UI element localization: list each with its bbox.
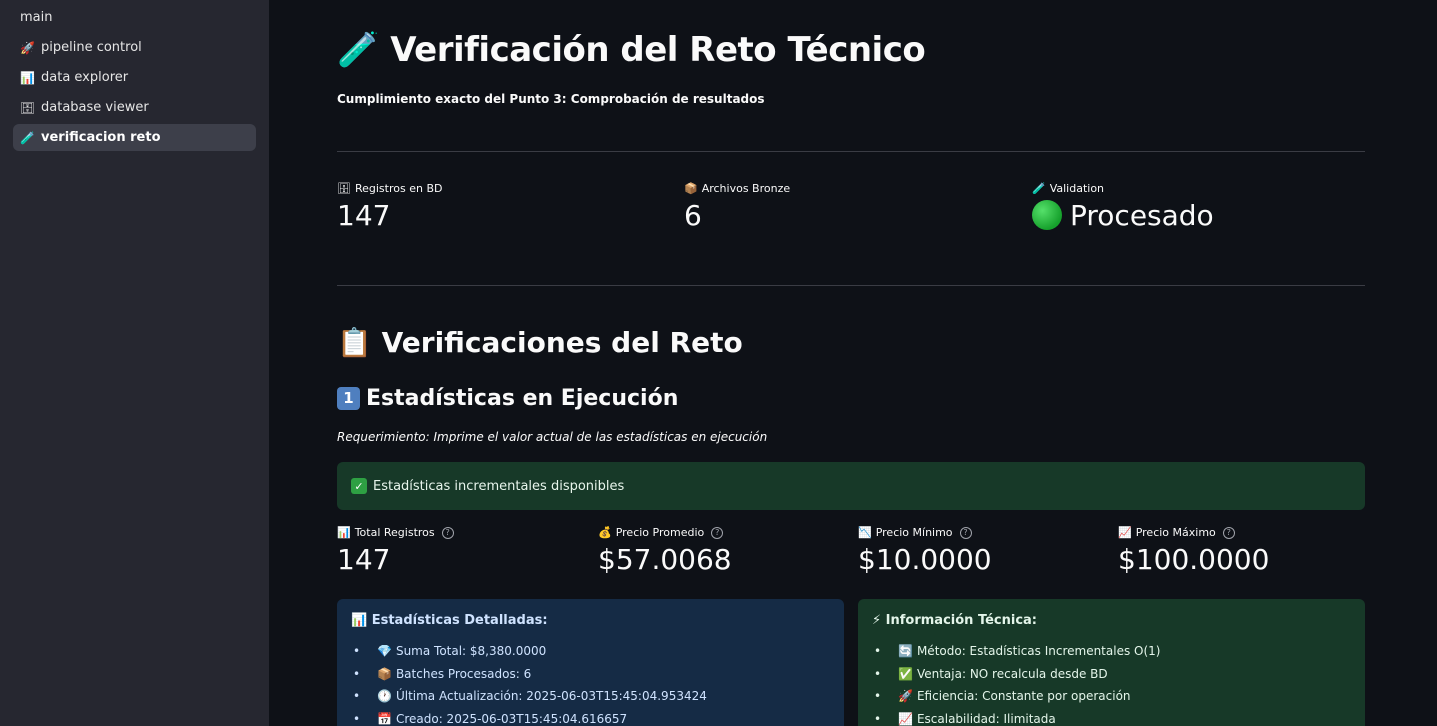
panel-title: 📊 Estadísticas Detalladas: xyxy=(351,613,548,628)
validation-status: Procesado xyxy=(1070,199,1214,232)
panel-title: ⚡ Información Técnica: xyxy=(872,613,1038,628)
main-content: 🧪 Verificación del Reto Técnico Cumplimi… xyxy=(269,0,1437,726)
sidebar-item-main[interactable]: main xyxy=(13,4,256,31)
metric-value: $10.0000 xyxy=(858,543,992,576)
help-icon[interactable]: ? xyxy=(711,526,724,539)
chart-decreasing-icon: 📉 xyxy=(858,526,872,539)
metric-value: Procesado xyxy=(1032,199,1214,232)
file-cabinet-icon: 🗄 xyxy=(337,182,351,195)
sidebar-item-database-viewer[interactable]: 🗄 database viewer xyxy=(13,94,256,121)
lightning-icon: ⚡ xyxy=(872,613,882,628)
sidebar-item-pipeline-control[interactable]: 🚀 pipeline control xyxy=(13,34,256,61)
bar-chart-icon: 📊 xyxy=(20,70,35,85)
refresh-icon: 🔄 xyxy=(898,644,913,659)
metric-precio-maximo: 📈 Precio Máximo ? $100.0000 xyxy=(1118,526,1269,576)
help-icon[interactable]: ? xyxy=(441,526,454,539)
sidebar: main 🚀 pipeline control 📊 data explorer … xyxy=(0,0,269,726)
success-alert: ✓ Estadísticas incrementales disponibles xyxy=(337,462,1365,510)
file-cabinet-icon: 🗄 xyxy=(20,100,36,115)
subsection-title: 1 Estadísticas en Ejecución xyxy=(337,386,678,411)
section-title: 📋 Verificaciones del Reto xyxy=(337,326,743,359)
sidebar-item-label: database viewer xyxy=(41,100,149,115)
rocket-icon: 🚀 xyxy=(20,40,35,55)
sidebar-item-label: verificacion reto xyxy=(41,130,161,145)
metric-precio-minimo: 📉 Precio Mínimo ? $10.0000 xyxy=(858,526,992,576)
metric-label: Registros en BD xyxy=(354,182,443,195)
metric-value: 6 xyxy=(684,199,702,232)
metric-value: 147 xyxy=(337,543,391,576)
clipboard-icon: 📋 xyxy=(337,326,372,359)
divider xyxy=(337,285,1365,286)
list-item: 📦Batches Procesados: 6 xyxy=(351,663,830,686)
test-tube-icon: 🧪 xyxy=(337,30,379,70)
list-item: 📈Escalabilidad: Ilimitada xyxy=(872,708,1351,726)
chart-increasing-icon: 📈 xyxy=(898,711,913,726)
page-title-text: Verificación del Reto Técnico xyxy=(390,30,926,70)
metric-archivos-bronze: 📦 Archivos Bronze 6 xyxy=(684,182,790,232)
metric-value: $57.0068 xyxy=(598,543,732,576)
list-item: 🔄Método: Estadísticas Incrementales O(1) xyxy=(872,640,1351,663)
package-icon: 📦 xyxy=(684,182,698,195)
list-item: 🚀Eficiencia: Constante por operación xyxy=(872,685,1351,708)
chart-increasing-icon: 📈 xyxy=(1118,526,1132,539)
success-message: Estadísticas incrementales disponibles xyxy=(373,478,625,494)
list-item: 📅Creado: 2025-06-03T15:45:04.616657 xyxy=(351,708,830,726)
metric-label: Validation xyxy=(1049,182,1105,195)
test-tube-icon: 🧪 xyxy=(1032,182,1046,195)
metric-value: 147 xyxy=(337,199,391,232)
sidebar-item-verificacion-reto[interactable]: 🧪 verificacion reto xyxy=(13,124,256,151)
check-icon: ✅ xyxy=(898,666,913,681)
bar-chart-icon: 📊 xyxy=(337,526,351,539)
calendar-icon: 📅 xyxy=(377,711,392,726)
check-icon: ✓ xyxy=(351,478,367,494)
section-title-text: Verificaciones del Reto xyxy=(381,326,743,359)
package-icon: 📦 xyxy=(377,666,392,681)
test-tube-icon: 🧪 xyxy=(20,130,35,145)
bar-chart-icon: 📊 xyxy=(351,613,368,628)
metric-label: Precio Mínimo xyxy=(875,526,953,539)
metric-validation: 🧪 Validation Procesado xyxy=(1032,182,1214,232)
sidebar-item-label: data explorer xyxy=(41,70,129,85)
page-subtitle: Cumplimiento exacto del Punto 3: Comprob… xyxy=(337,92,765,106)
subsection-title-text: Estadísticas en Ejecución xyxy=(366,386,679,411)
tech-info-panel: ⚡ Información Técnica: 🔄Método: Estadíst… xyxy=(858,599,1365,726)
metric-label: Total Registros xyxy=(354,526,435,539)
sidebar-item-data-explorer[interactable]: 📊 data explorer xyxy=(13,64,256,91)
metric-label: Precio Promedio xyxy=(615,526,705,539)
divider xyxy=(337,151,1365,152)
clock-icon: 🕐 xyxy=(377,689,392,704)
rocket-icon: 🚀 xyxy=(898,689,913,704)
gem-icon: 💎 xyxy=(377,644,392,659)
list-item: ✅Ventaja: NO recalcula desde BD xyxy=(872,663,1351,686)
detailed-stats-list: 💎Suma Total: $8,380.0000 📦Batches Proces… xyxy=(351,640,830,726)
metric-total-registros: 📊 Total Registros ? 147 xyxy=(337,526,454,576)
metric-value: $100.0000 xyxy=(1118,543,1270,576)
sidebar-item-label: pipeline control xyxy=(41,40,142,55)
money-bag-icon: 💰 xyxy=(598,526,612,539)
metric-registros-bd: 🗄 Registros en BD 147 xyxy=(337,182,442,232)
metric-label: Precio Máximo xyxy=(1135,526,1216,539)
green-circle-icon xyxy=(1032,200,1062,230)
detailed-stats-panel: 📊 Estadísticas Detalladas: 💎Suma Total: … xyxy=(337,599,844,726)
help-icon[interactable]: ? xyxy=(1222,526,1235,539)
help-icon[interactable]: ? xyxy=(959,526,972,539)
metric-precio-promedio: 💰 Precio Promedio ? $57.0068 xyxy=(598,526,732,576)
list-item: 🕐Última Actualización: 2025-06-03T15:45:… xyxy=(351,685,830,708)
page-title: 🧪 Verificación del Reto Técnico xyxy=(337,30,926,70)
tech-info-list: 🔄Método: Estadísticas Incrementales O(1)… xyxy=(872,640,1351,726)
metric-label: Archivos Bronze xyxy=(701,182,791,195)
requirement-text: Requerimiento: Imprime el valor actual d… xyxy=(337,430,768,444)
list-item: 💎Suma Total: $8,380.0000 xyxy=(351,640,830,663)
keycap-one-icon: 1 xyxy=(337,386,360,410)
sidebar-item-label: main xyxy=(20,10,53,25)
